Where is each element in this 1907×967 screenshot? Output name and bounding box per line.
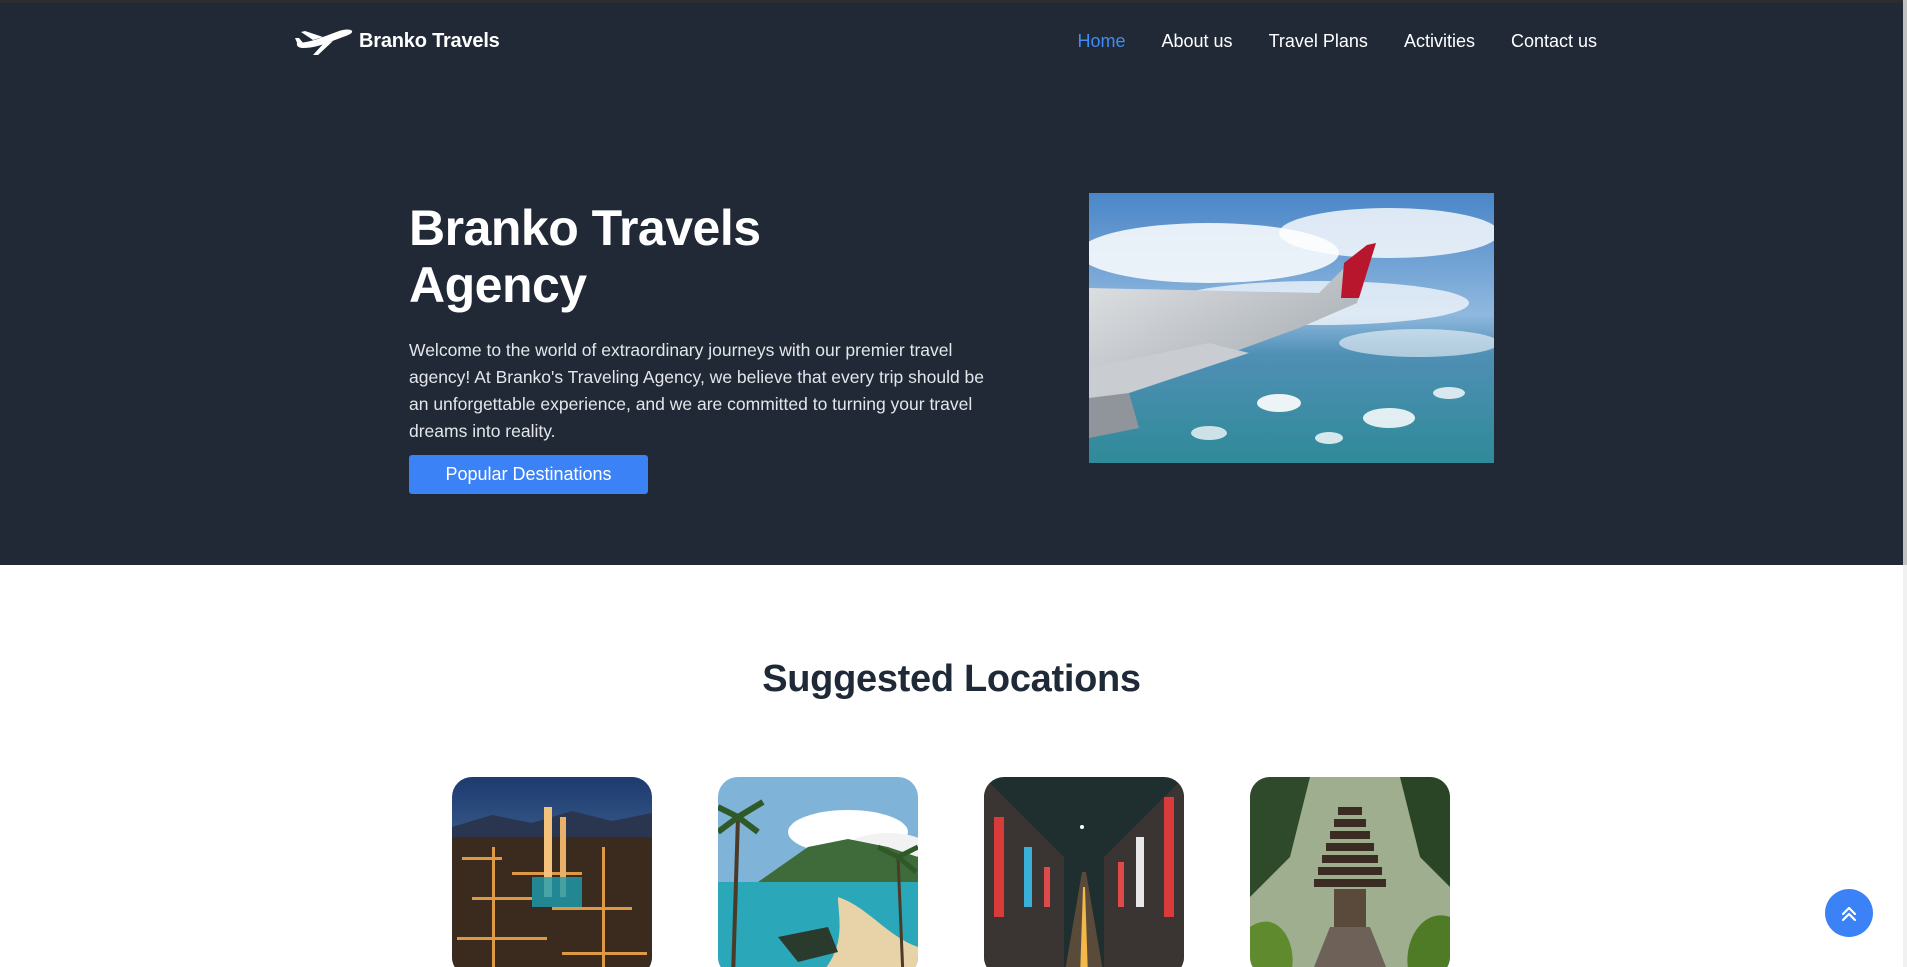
- page-scrollbar[interactable]: [1903, 0, 1907, 967]
- nav-links: Home About us Travel Plans Activities Co…: [1077, 31, 1597, 52]
- hero-title-line1: Branko Travels: [409, 200, 761, 256]
- scroll-to-top-button[interactable]: [1825, 889, 1873, 937]
- hero-title-line2: Agency: [409, 257, 587, 313]
- hero-section: Branko Travels Home About us Travel Plan…: [0, 3, 1903, 565]
- nav-link-about-us[interactable]: About us: [1162, 31, 1233, 52]
- hero-description: Welcome to the world of extraordinary jo…: [409, 340, 985, 441]
- hero-title: Branko Travels Agency: [409, 200, 829, 314]
- airplane-icon: [293, 26, 353, 56]
- nav-link-home[interactable]: Home: [1077, 31, 1125, 52]
- brand-name: Branko Travels: [359, 29, 500, 52]
- double-chevron-up-icon: [1838, 902, 1860, 924]
- location-card-jungle-temple[interactable]: [1250, 777, 1450, 967]
- hero-image: [1089, 193, 1494, 463]
- page-scrollbar-thumb[interactable]: [1903, 0, 1907, 565]
- brand-logo-link[interactable]: Branko Travels: [293, 26, 500, 56]
- location-card-tropical-beach[interactable]: [718, 777, 918, 967]
- location-card-neon-street[interactable]: [984, 777, 1184, 967]
- nav-link-activities[interactable]: Activities: [1404, 31, 1475, 52]
- section-title-suggested-locations: Suggested Locations: [762, 658, 1141, 700]
- nav-link-travel-plans[interactable]: Travel Plans: [1269, 31, 1368, 52]
- popular-destinations-button[interactable]: Popular Destinations: [409, 455, 648, 494]
- nav-link-contact-us[interactable]: Contact us: [1511, 31, 1597, 52]
- location-card-city-night[interactable]: [452, 777, 652, 967]
- navbar: Branko Travels Home About us Travel Plan…: [0, 3, 1903, 79]
